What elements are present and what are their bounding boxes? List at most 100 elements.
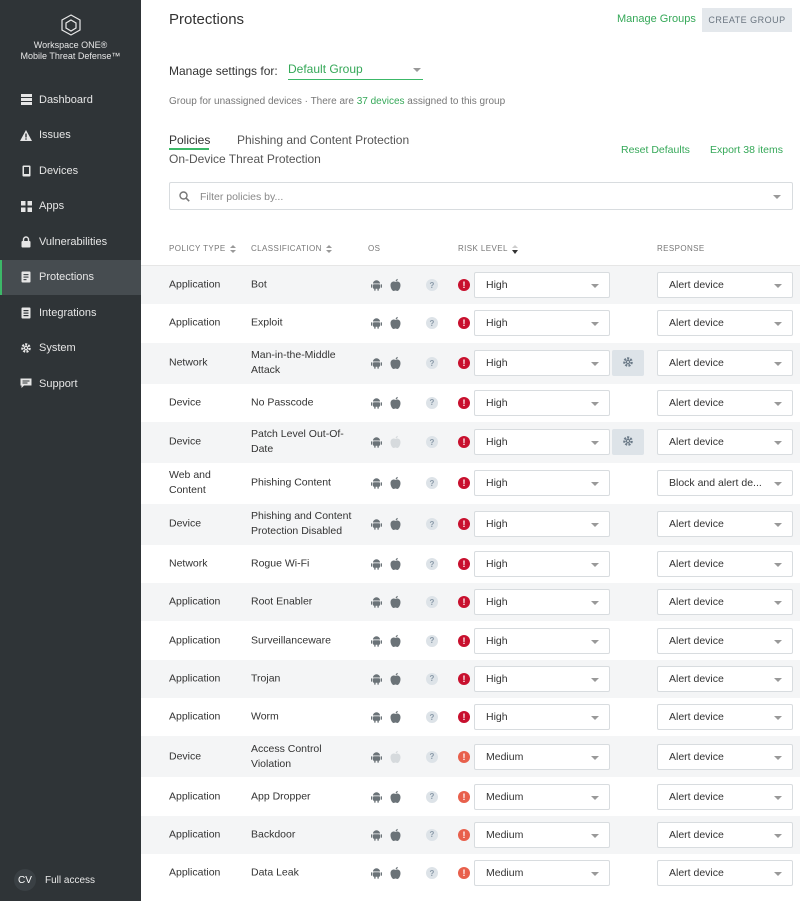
manage-groups-link[interactable]: Manage Groups: [617, 13, 696, 25]
risk-level-dropdown[interactable]: Medium: [474, 783, 610, 810]
classification-cell: Surveillanceware: [251, 634, 331, 647]
risk-level-value: High: [486, 634, 508, 647]
help-icon[interactable]: ?: [426, 634, 438, 647]
chevron-down-icon[interactable]: [773, 195, 781, 199]
response-value: Alert device: [669, 828, 724, 841]
response-dropdown[interactable]: Alert device: [657, 551, 793, 578]
risk-level-dropdown[interactable]: High: [474, 704, 610, 731]
risk-level-value: High: [486, 279, 508, 292]
risk-level-dropdown[interactable]: High: [474, 310, 610, 337]
risk-level-value: Medium: [486, 828, 524, 841]
chevron-down-icon: [591, 795, 599, 800]
tab-phishing-content-protection[interactable]: Phishing and Content Protection: [237, 133, 409, 147]
android-icon: [371, 317, 382, 330]
help-icon[interactable]: ?: [426, 711, 438, 724]
help-icon[interactable]: ?: [426, 750, 438, 763]
risk-alert-icon: !: [458, 558, 470, 571]
risk-level-dropdown[interactable]: Medium: [474, 821, 610, 848]
risk-alert-icon: !: [458, 279, 470, 292]
help-icon[interactable]: ?: [426, 518, 438, 531]
settings-button[interactable]: [612, 350, 644, 377]
risk-level-dropdown[interactable]: High: [474, 429, 610, 456]
chevron-down-icon: [774, 523, 782, 528]
risk-level-dropdown[interactable]: High: [474, 272, 610, 299]
risk-level-dropdown[interactable]: High: [474, 589, 610, 616]
chevron-down-icon: [591, 755, 599, 760]
risk-alert-icon: !: [458, 596, 470, 609]
main-content: Protections Manage Groups CREATE GROUP M…: [141, 0, 800, 901]
sidebar-item-support[interactable]: Support: [0, 366, 141, 402]
help-icon[interactable]: ?: [426, 672, 438, 685]
sidebar-item-integrations[interactable]: Integrations: [0, 295, 141, 331]
sidebar-item-label: Support: [39, 377, 78, 390]
sidebar-item-protections[interactable]: Protections: [0, 259, 141, 295]
response-dropdown[interactable]: Alert device: [657, 511, 793, 538]
response-value: Alert device: [669, 558, 724, 571]
group-dropdown[interactable]: Default Group: [288, 62, 423, 80]
response-dropdown[interactable]: Block and alert de...: [657, 470, 793, 497]
sidebar-item-issues[interactable]: Issues: [0, 118, 141, 154]
response-dropdown[interactable]: Alert device: [657, 665, 793, 692]
apple-icon: [390, 557, 401, 571]
avatar[interactable]: CV: [14, 869, 36, 891]
help-icon[interactable]: ?: [426, 596, 438, 609]
response-value: Alert device: [669, 711, 724, 724]
sidebar: Workspace ONE® Mobile Threat Defense™ Da…: [0, 0, 141, 901]
risk-level-dropdown[interactable]: High: [474, 551, 610, 578]
risk-level-dropdown[interactable]: High: [474, 350, 610, 377]
help-icon[interactable]: ?: [426, 279, 438, 292]
response-dropdown[interactable]: Alert device: [657, 272, 793, 299]
sidebar-item-dashboard[interactable]: Dashboard: [0, 82, 141, 118]
settings-button[interactable]: [612, 429, 644, 456]
col-classification[interactable]: CLASSIFICATION: [251, 244, 332, 253]
sidebar-item-system[interactable]: System: [0, 331, 141, 367]
response-dropdown[interactable]: Alert device: [657, 429, 793, 456]
risk-level-dropdown[interactable]: High: [474, 627, 610, 654]
response-dropdown[interactable]: Alert device: [657, 589, 793, 616]
filter-policies-input[interactable]: [200, 189, 760, 205]
help-icon[interactable]: ?: [426, 828, 438, 841]
response-dropdown[interactable]: Alert device: [657, 743, 793, 770]
help-icon[interactable]: ?: [426, 357, 438, 370]
risk-level-dropdown[interactable]: High: [474, 470, 610, 497]
risk-level-dropdown[interactable]: High: [474, 389, 610, 416]
response-dropdown[interactable]: Alert device: [657, 821, 793, 848]
response-dropdown[interactable]: Alert device: [657, 860, 793, 887]
sidebar-item-devices[interactable]: Devices: [0, 153, 141, 189]
risk-alert-icon: !: [458, 634, 470, 647]
user-info[interactable]: CV Full access: [14, 869, 95, 891]
help-icon[interactable]: ?: [426, 867, 438, 880]
export-link[interactable]: Export 38 items: [710, 144, 783, 156]
help-icon[interactable]: ?: [426, 436, 438, 449]
help-icon[interactable]: ?: [426, 558, 438, 571]
risk-level-dropdown[interactable]: Medium: [474, 743, 610, 770]
sidebar-item-vulnerabilities[interactable]: Vulnerabilities: [0, 224, 141, 260]
tab-policies[interactable]: Policies: [169, 133, 210, 147]
table-row: Application Backdoor?! Medium Alert device: [141, 815, 800, 854]
table-row: Network Man-in-the-Middle Attack?! High Ale…: [141, 342, 800, 384]
reset-defaults-link[interactable]: Reset Defaults: [621, 144, 690, 156]
response-dropdown[interactable]: Alert device: [657, 389, 793, 416]
table-row: Application Surveillanceware?! High Alert d…: [141, 621, 800, 659]
response-dropdown[interactable]: Alert device: [657, 310, 793, 337]
risk-level-dropdown[interactable]: High: [474, 665, 610, 692]
response-dropdown[interactable]: Alert device: [657, 627, 793, 654]
risk-level-dropdown[interactable]: Medium: [474, 860, 610, 887]
android-icon: [371, 397, 382, 409]
dashboard-icon: [20, 94, 32, 106]
response-dropdown[interactable]: Alert device: [657, 704, 793, 731]
col-risk-level[interactable]: RISK LEVEL: [458, 244, 518, 254]
tab-on-device-threat-protection[interactable]: On-Device Threat Protection: [169, 152, 321, 166]
help-icon[interactable]: ?: [426, 317, 438, 330]
help-icon[interactable]: ?: [426, 790, 438, 803]
sidebar-item-apps[interactable]: Apps: [0, 189, 141, 225]
risk-level-dropdown[interactable]: High: [474, 511, 610, 538]
devices-count-link[interactable]: 37 devices: [357, 96, 405, 107]
col-policy-type[interactable]: POLICY TYPE: [169, 244, 236, 253]
page-title: Protections: [169, 11, 245, 28]
help-icon[interactable]: ?: [426, 477, 438, 490]
create-group-button[interactable]: CREATE GROUP: [702, 8, 792, 32]
response-dropdown[interactable]: Alert device: [657, 783, 793, 810]
help-icon[interactable]: ?: [426, 396, 438, 409]
response-dropdown[interactable]: Alert device: [657, 350, 793, 377]
